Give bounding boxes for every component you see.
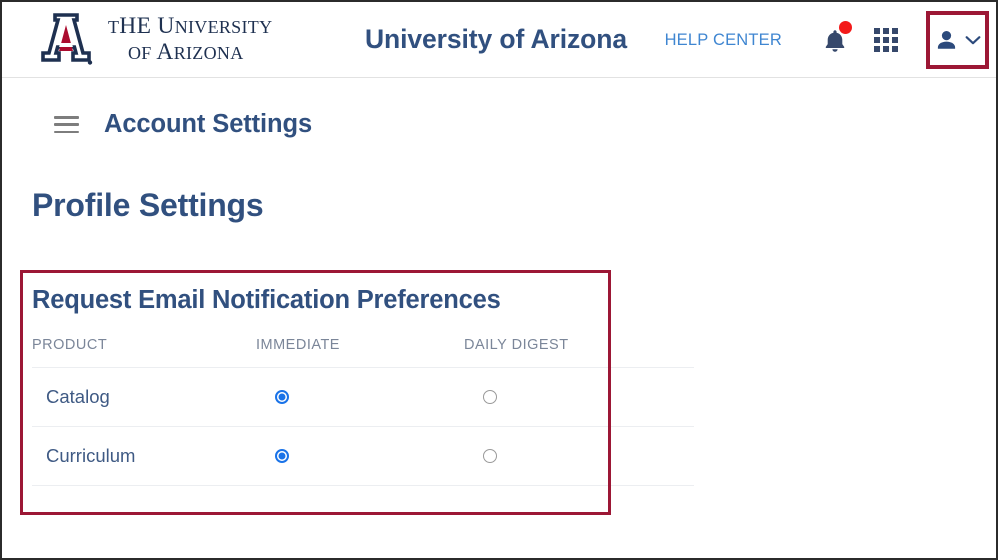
chevron-down-icon (965, 35, 981, 44)
apps-grid-icon[interactable] (874, 28, 898, 52)
account-settings-header: Account Settings (54, 110, 996, 139)
hamburger-bar (54, 130, 79, 133)
logo-line-1: THE UNIVERSITY (108, 13, 273, 39)
radio-curriculum-immediate[interactable] (275, 448, 289, 463)
radio-catalog-immediate[interactable] (275, 389, 289, 404)
preferences-heading: Request Email Notification Preferences (32, 286, 501, 314)
table-row: Catalog (32, 367, 694, 427)
column-header-immediate: IMMEDIATE (256, 337, 340, 353)
grid-cell (874, 37, 880, 43)
account-menu-button[interactable] (926, 11, 989, 69)
header-actions: HELP CENTER (665, 2, 996, 78)
radio-cell-catalog-immediate[interactable] (254, 367, 462, 427)
radio-cell-curriculum-daily-digest[interactable] (462, 426, 694, 486)
university-logo[interactable]: THE UNIVERSITY OF ARIZONA (35, 12, 273, 67)
site-header: THE UNIVERSITY OF ARIZONA University of … (2, 2, 996, 78)
table-header-row: PRODUCT IMMEDIATE DAILY DIGEST (32, 337, 694, 368)
account-settings-title: Account Settings (104, 110, 313, 138)
notifications-button[interactable] (818, 21, 852, 58)
grid-cell (892, 46, 898, 52)
screenshot-frame: THE UNIVERSITY OF ARIZONA University of … (0, 0, 998, 560)
help-center-link[interactable]: HELP CENTER (665, 31, 782, 50)
grid-cell (892, 28, 898, 34)
logo-wordmark: THE UNIVERSITY OF ARIZONA (108, 13, 273, 65)
radio-cell-curriculum-immediate[interactable] (254, 426, 462, 486)
table-row: Curriculum (32, 426, 694, 486)
hamburger-bar (54, 116, 79, 119)
column-header-daily-digest: DAILY DIGEST (464, 337, 569, 353)
hamburger-bar (54, 123, 79, 126)
grid-cell (874, 28, 880, 34)
logo-line-2: OF ARIZONA (128, 38, 244, 65)
column-header-product: PRODUCT (32, 337, 108, 353)
notification-preferences-table: PRODUCT IMMEDIATE DAILY DIGEST Catalog C… (32, 337, 694, 486)
notification-unread-dot (839, 21, 852, 34)
grid-cell (874, 46, 880, 52)
product-name-catalog: Catalog (32, 367, 254, 427)
hamburger-menu-icon[interactable] (54, 116, 79, 133)
radio-curriculum-daily-digest[interactable] (483, 448, 497, 463)
product-name-curriculum: Curriculum (32, 426, 254, 486)
person-icon (937, 31, 956, 49)
grid-cell (883, 37, 889, 43)
brand-title: University of Arizona (365, 24, 627, 54)
page-body: Account Settings Profile Settings Reques… (2, 110, 996, 515)
radio-catalog-daily-digest[interactable] (483, 389, 497, 404)
radio-cell-catalog-daily-digest[interactable] (462, 367, 694, 427)
grid-cell (892, 37, 898, 43)
grid-cell (883, 46, 889, 52)
notification-preferences-section: Request Email Notification Preferences P… (2, 270, 996, 515)
grid-cell (883, 28, 889, 34)
page-title: Profile Settings (32, 187, 264, 223)
university-of-arizona-block-a-logo (41, 12, 93, 65)
